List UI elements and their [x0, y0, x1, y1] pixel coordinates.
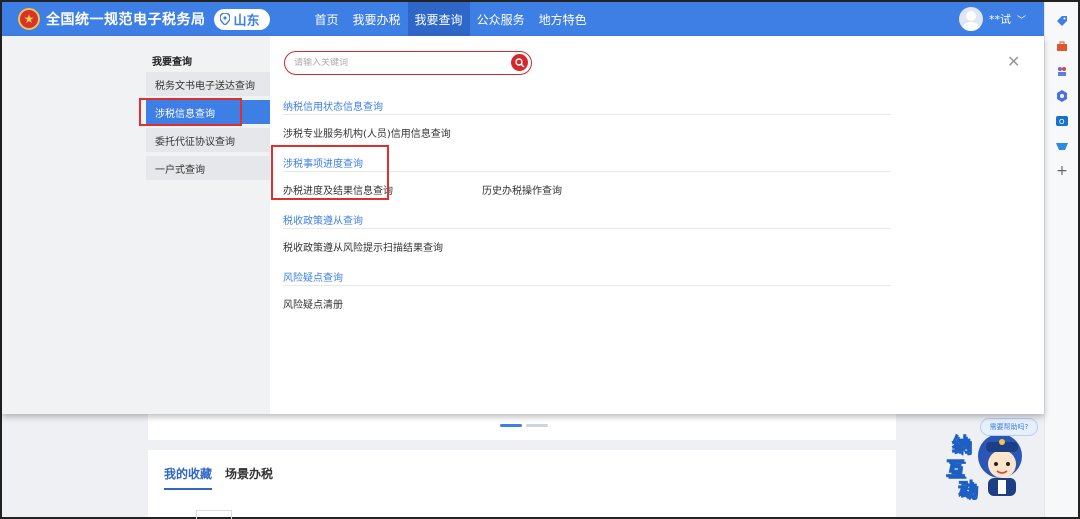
- section-title-policy: 税收政策遵从查询: [283, 216, 363, 227]
- mascot-char-1: 纳: [951, 434, 972, 457]
- search-icon: [514, 57, 524, 67]
- carousel-dot-active[interactable]: [500, 424, 522, 427]
- section-title-risk: 风险疑点查询: [283, 273, 343, 284]
- highlight-box-menu: [139, 98, 242, 126]
- region-selector[interactable]: 山东: [213, 8, 270, 30]
- right-toolbar: O +: [1044, 2, 1078, 517]
- link-policy-scan[interactable]: 税收政策遵从风险提示扫描结果查询: [283, 239, 443, 254]
- close-icon[interactable]: ✕: [1007, 52, 1020, 71]
- query-dropdown-panel: 我要查询 税务文书电子送达查询 涉税信息查询 委托代征协议查询 一户式查询 ✕ …: [2, 36, 1044, 414]
- avatar[interactable]: [958, 7, 983, 31]
- add-icon[interactable]: +: [1055, 163, 1069, 179]
- user-menu[interactable]: **试 ﹀: [958, 7, 1026, 31]
- favorites-card: [148, 450, 896, 517]
- people-icon[interactable]: [1055, 64, 1069, 78]
- tab-scenario-tax[interactable]: 场景办税: [225, 465, 273, 482]
- menu-item-agency-agreement[interactable]: 委托代征协议查询: [146, 128, 270, 152]
- carousel-dot[interactable]: [526, 424, 548, 427]
- menu-item-doc-delivery[interactable]: 税务文书电子送达查询: [146, 72, 270, 96]
- nav-public-service[interactable]: 公众服务: [470, 2, 532, 36]
- outlook-icon[interactable]: O: [1055, 114, 1069, 128]
- section-title-credit: 纳税信用状态信息查询: [283, 102, 383, 113]
- main-nav: 首页 我要办税 我要查询 公众服务 地方特色: [308, 2, 594, 36]
- tag-icon[interactable]: [1055, 14, 1069, 28]
- divider: [283, 114, 891, 115]
- user-name: **试: [988, 13, 1011, 26]
- site-title[interactable]: 全国统一规范电子税务局: [46, 9, 206, 29]
- nav-handle-tax[interactable]: 我要办税: [346, 2, 408, 36]
- mail-send-icon[interactable]: [1055, 139, 1069, 153]
- link-credit-info[interactable]: 涉税专业服务机构(人员)信用信息查询: [283, 125, 451, 140]
- search-bar: [284, 51, 532, 75]
- mascot-char-3: 动: [957, 479, 978, 502]
- chevron-down-icon: ﹀: [1016, 15, 1026, 26]
- link-risk-list[interactable]: 风险疑点清册: [283, 296, 343, 311]
- toolbox-icon[interactable]: [1055, 39, 1069, 53]
- query-category-menu: 我要查询 税务文书电子送达查询 涉税信息查询 委托代征协议查询 一户式查询: [2, 36, 270, 414]
- help-bubble[interactable]: 需要帮助吗?: [980, 418, 1038, 436]
- divider: [283, 285, 891, 286]
- nav-home[interactable]: 首页: [308, 2, 346, 36]
- carousel-dots[interactable]: [500, 424, 548, 427]
- favorite-item-box[interactable]: [196, 510, 232, 519]
- search-input[interactable]: [294, 58, 504, 68]
- hexagon-app-icon[interactable]: [1055, 89, 1069, 103]
- tax-emblem-icon[interactable]: ★: [18, 8, 40, 30]
- region-label: 山东: [233, 13, 260, 29]
- tab-my-favorites[interactable]: 我的收藏: [164, 465, 213, 490]
- nav-query[interactable]: 我要查询: [407, 2, 470, 36]
- svg-text:O: O: [1059, 118, 1065, 126]
- highlight-box-progress: [271, 145, 389, 200]
- menu-item-one-account[interactable]: 一户式查询: [146, 156, 270, 180]
- menu-title: 我要查询: [152, 57, 192, 68]
- search-button[interactable]: [511, 54, 528, 71]
- location-pin-icon: [219, 13, 230, 25]
- link-history-ops[interactable]: 历史办税操作查询: [482, 182, 562, 197]
- divider: [283, 228, 891, 229]
- nav-local-feature[interactable]: 地方特色: [532, 2, 594, 36]
- top-navbar: ★ 全国统一规范电子税务局 山东 首页 我要办税 我要查询 公众服务 地方特色 …: [2, 2, 1044, 36]
